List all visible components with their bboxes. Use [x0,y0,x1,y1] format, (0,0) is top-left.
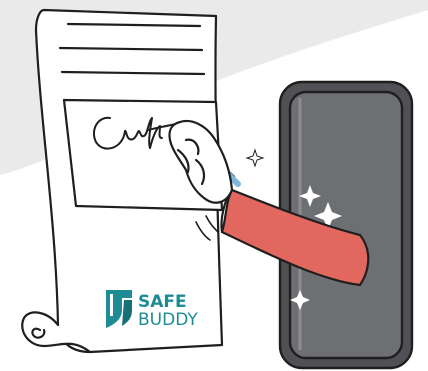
logo-text-buddy: BUDDY [138,310,198,330]
logo-text-safe: SAFE [138,292,187,312]
illustration: SAFE BUDDY [0,0,428,370]
